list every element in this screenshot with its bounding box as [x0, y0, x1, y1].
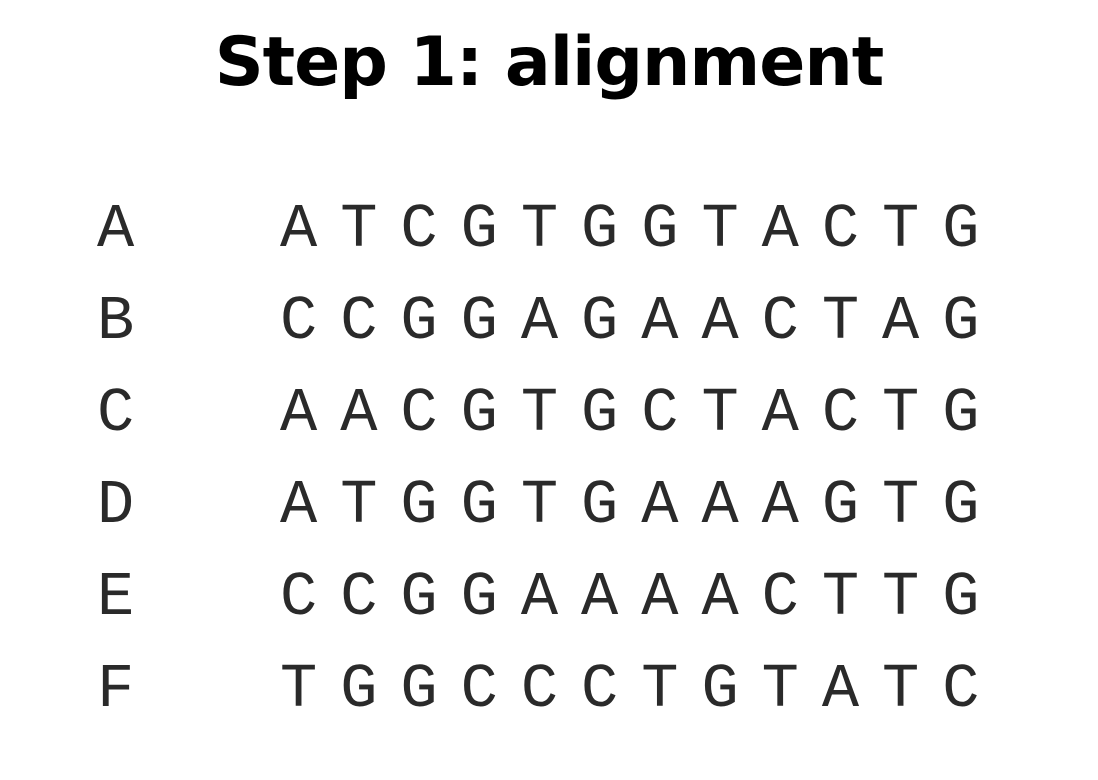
sequence-label: A [97, 194, 135, 265]
sequence-row: B CCGGAGAACTAG [0, 287, 1098, 379]
sequence-row: D ATGGTGAAAGTG [0, 471, 1098, 563]
sequence-bases: ATCGTGGTACTG [280, 194, 1003, 265]
sequence-bases: ATGGTGAAAGTG [280, 470, 1003, 541]
sequence-alignment: A ATCGTGGTACTG B CCGGAGAACTAG C AACGTGCT… [0, 195, 1098, 747]
sequence-label: E [97, 562, 135, 633]
sequence-row: F TGGCCCTGTATC [0, 655, 1098, 747]
sequence-row: C AACGTGCTACTG [0, 379, 1098, 471]
sequence-bases: CCGGAAAACTTG [280, 562, 1003, 633]
sequence-label: C [97, 378, 135, 449]
sequence-label: B [97, 286, 135, 357]
sequence-bases: TGGCCCTGTATC [280, 654, 1003, 725]
sequence-row: E CCGGAAAACTTG [0, 563, 1098, 655]
sequence-label: F [97, 654, 135, 725]
sequence-bases: CCGGAGAACTAG [280, 286, 1003, 357]
sequence-row: A ATCGTGGTACTG [0, 195, 1098, 287]
sequence-bases: AACGTGCTACTG [280, 378, 1003, 449]
sequence-label: D [97, 470, 135, 541]
page-title: Step 1: alignment [214, 23, 885, 102]
